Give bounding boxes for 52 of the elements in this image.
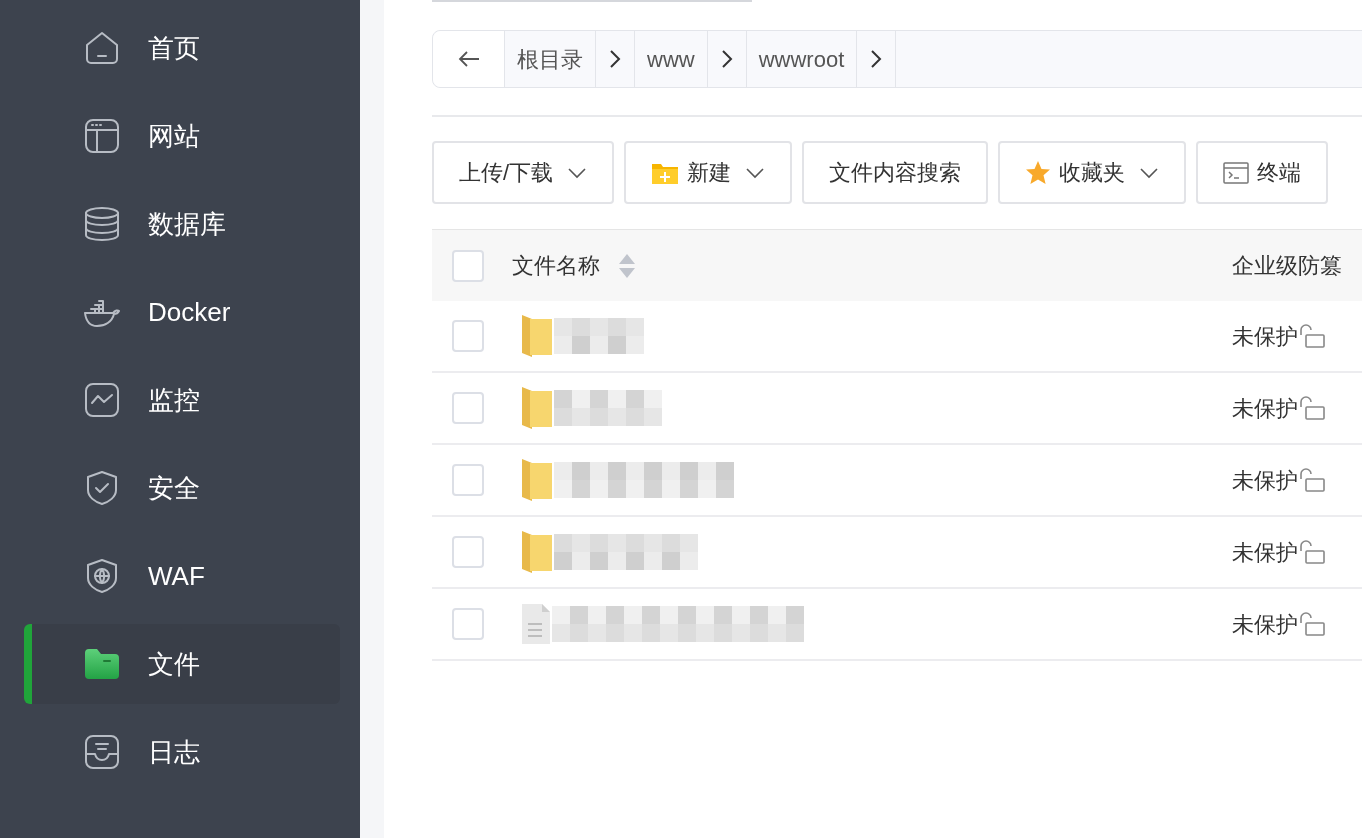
chevron-down-icon [1139, 166, 1160, 179]
database-icon [83, 205, 121, 243]
sidebar-item[interactable]: Docker [24, 272, 340, 352]
protection-status: 未保护 [1232, 610, 1298, 639]
arrow-left-icon [456, 50, 481, 68]
toolbar-button[interactable]: 收藏夹 [998, 141, 1187, 204]
toolbar-button[interactable]: 新建 [624, 141, 793, 204]
unlock-icon[interactable] [1298, 611, 1326, 637]
breadcrumb-link[interactable]: 根目录 [505, 31, 596, 87]
protection-status: 未保护 [1232, 538, 1298, 567]
unlock-icon[interactable] [1298, 539, 1326, 565]
sidebar-item[interactable]: 安全 [24, 448, 340, 528]
sidebar-item[interactable]: 文件 [24, 624, 340, 704]
sort-icon[interactable] [618, 252, 636, 279]
sidebar-item[interactable]: WAF [24, 536, 340, 616]
checkbox[interactable] [452, 608, 484, 640]
terminal-icon [1223, 160, 1250, 185]
checkbox[interactable] [452, 536, 484, 568]
protection-status: 未保护 [1232, 466, 1298, 495]
folder-icon [520, 385, 554, 431]
browser-window-icon [83, 117, 121, 155]
checkbox[interactable] [452, 320, 484, 352]
sidebar-item[interactable]: 首页 [24, 8, 340, 88]
folder-icon [520, 529, 554, 575]
monitor-chart-icon [83, 381, 121, 419]
breadcrumb-link[interactable]: wwwroot [746, 31, 858, 87]
breadcrumb-link[interactable]: www [635, 31, 708, 87]
checkbox[interactable] [452, 249, 484, 282]
unlock-icon[interactable] [1298, 467, 1326, 493]
folder-icon [520, 457, 554, 503]
sidebar-item[interactable]: 监控 [24, 360, 340, 440]
toolbar-button[interactable]: 上传/下载 [432, 141, 615, 204]
sidebar-item[interactable]: 数据库 [24, 184, 340, 264]
toolbar-button[interactable]: 文件内容搜索 [802, 141, 989, 204]
column-header[interactable]: 文件名称 [512, 249, 600, 282]
sidebar-item[interactable]: 网站 [24, 96, 340, 176]
protection-status: 未保护 [1232, 322, 1298, 351]
toolbar-button[interactable]: 终端 [1196, 141, 1329, 204]
chevron-down-icon [567, 166, 588, 179]
chevron-down-icon [745, 166, 766, 179]
home-icon [83, 29, 121, 67]
column-header: 企业级防篡 [1232, 252, 1343, 280]
folder-icon [520, 313, 554, 359]
checkbox[interactable] [452, 464, 484, 496]
checkbox[interactable] [452, 392, 484, 424]
inbox-icon [83, 733, 121, 771]
unlock-icon[interactable] [1298, 323, 1326, 349]
protection-status: 未保护 [1232, 394, 1298, 423]
document-icon [520, 602, 552, 646]
sidebar-item[interactable]: 日志 [24, 712, 340, 792]
star-icon [1025, 159, 1052, 186]
unlock-icon[interactable] [1298, 395, 1326, 421]
